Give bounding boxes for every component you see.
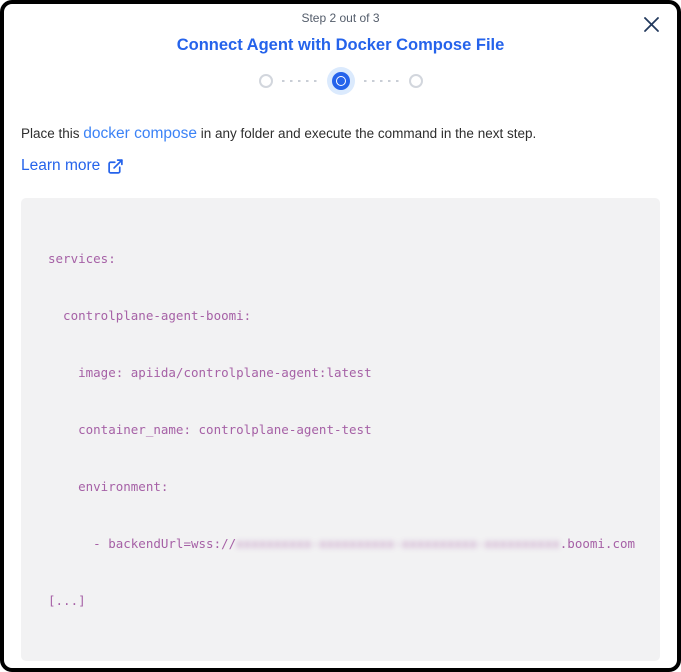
step-dot-2-active bbox=[327, 67, 355, 95]
docker-compose-link[interactable]: docker compose bbox=[83, 125, 197, 142]
intro-suffix: in any folder and execute the command in… bbox=[197, 126, 536, 141]
step-dot-1 bbox=[259, 74, 273, 88]
code-line: controlplane-agent-boomi: bbox=[48, 306, 646, 325]
step-dot-3 bbox=[409, 74, 423, 88]
stepper bbox=[4, 66, 677, 96]
external-link-icon[interactable] bbox=[107, 158, 124, 175]
intro-prefix: Place this bbox=[21, 126, 83, 141]
redacted-url-segment: xxxxxxxxxx-xxxxxxxxxx-xxxxxxxxxx-xxxxxxx… bbox=[236, 536, 560, 551]
code-line: container_name: controlplane-agent-test bbox=[48, 420, 646, 439]
learn-more: Learn more bbox=[21, 156, 660, 176]
code-line: image: apiida/controlplane-agent:latest bbox=[48, 363, 646, 382]
step-connector bbox=[364, 80, 400, 82]
learn-more-link[interactable]: Learn more bbox=[21, 156, 100, 176]
modal-header: Step 2 out of 3 Connect Agent with Docke… bbox=[4, 4, 677, 96]
code-line-ellipsis: [...] bbox=[48, 591, 646, 610]
close-button[interactable] bbox=[639, 14, 663, 38]
step-dot-2-ring bbox=[332, 72, 350, 90]
url-prefix: - backendUrl=wss:// bbox=[48, 536, 236, 551]
code-line: services: bbox=[48, 249, 646, 268]
step-connector bbox=[282, 80, 318, 82]
close-icon bbox=[643, 16, 660, 36]
modal-title: Connect Agent with Docker Compose File bbox=[4, 35, 677, 55]
code-line-backend-url: - backendUrl=wss://xxxxxxxxxx-xxxxxxxxxx… bbox=[48, 534, 646, 553]
code-line: environment: bbox=[48, 477, 646, 496]
docker-compose-code-block: services: controlplane-agent-boomi: imag… bbox=[21, 198, 660, 661]
url-suffix: .boomi.com bbox=[560, 536, 635, 551]
intro-text: Place this docker compose in any folder … bbox=[21, 124, 660, 144]
modal-body: Place this docker compose in any folder … bbox=[4, 96, 677, 672]
step-dot-2-core bbox=[337, 77, 345, 85]
step-indicator: Step 2 out of 3 bbox=[4, 11, 677, 26]
modal-dialog: Step 2 out of 3 Connect Agent with Docke… bbox=[0, 0, 681, 672]
